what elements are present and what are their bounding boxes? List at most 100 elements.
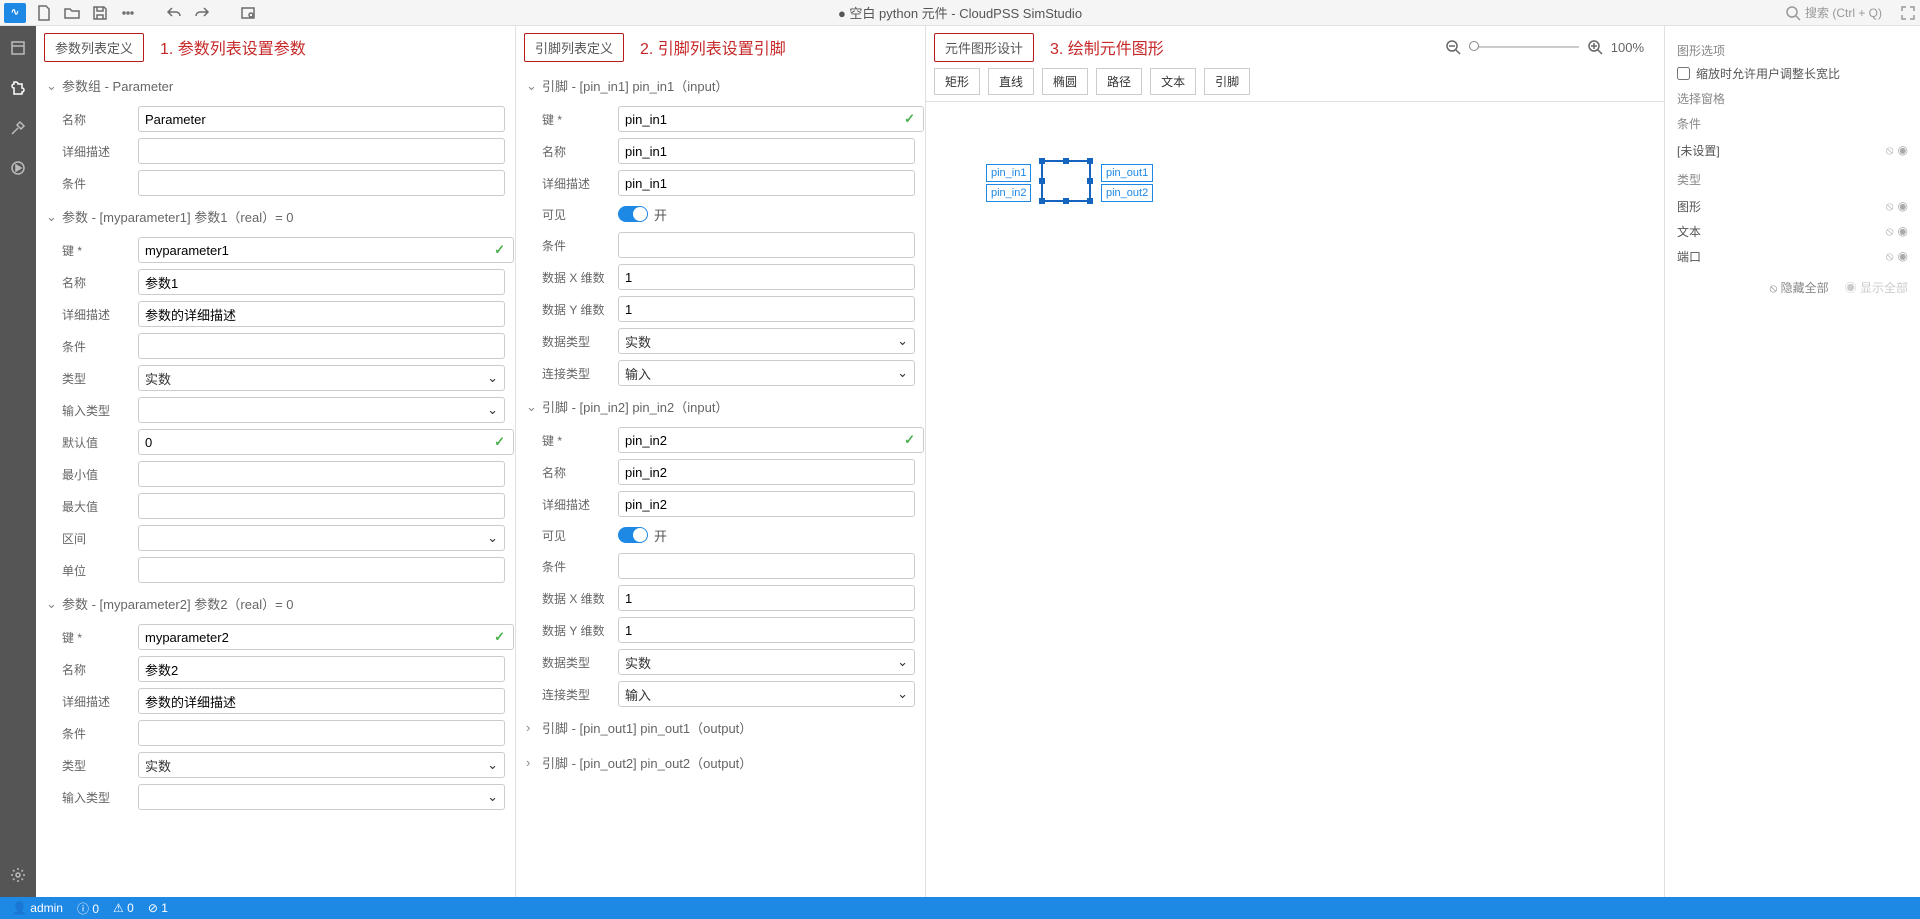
- pin-in2[interactable]: pin_in2: [986, 184, 1031, 202]
- show-all-button[interactable]: ◉ 显示全部: [1845, 279, 1908, 296]
- chevron-down-icon: ⌄: [526, 78, 536, 94]
- search-icon[interactable]: [1785, 5, 1801, 21]
- p2-key-input[interactable]: [138, 624, 514, 650]
- p2-intype-select[interactable]: ⌄: [138, 784, 505, 810]
- pin1-key-input[interactable]: [618, 106, 924, 132]
- sidebar-settings-icon[interactable]: [6, 863, 30, 887]
- canvas[interactable]: pin_in1 pin_in2 pin_out1 pin_out2: [926, 102, 1664, 897]
- tab-pins[interactable]: 引脚列表定义: [524, 33, 624, 62]
- p1-default-input[interactable]: [138, 429, 514, 455]
- group-cond-input[interactable]: [138, 170, 505, 196]
- save-file-icon[interactable]: [90, 3, 110, 23]
- zoom-in-icon[interactable]: [1587, 39, 1603, 55]
- p1-desc-input[interactable]: [138, 301, 505, 327]
- more-icon[interactable]: [118, 3, 138, 23]
- pin1-dimx-input[interactable]: [618, 264, 915, 290]
- open-file-icon[interactable]: [62, 3, 82, 23]
- pin2-visible-toggle[interactable]: 开: [618, 526, 667, 545]
- sidebar-tools-icon[interactable]: [6, 116, 30, 140]
- pin2-dimx-input[interactable]: [618, 585, 915, 611]
- pin2-dimy-input[interactable]: [618, 617, 915, 643]
- prop-port-row[interactable]: 端口⦸◉: [1677, 244, 1908, 269]
- p1-intype-select[interactable]: ⌄: [138, 397, 505, 423]
- p2-type-select[interactable]: 实数⌄: [138, 752, 505, 778]
- section-pin1[interactable]: ⌄引脚 - [pin_in1] pin_in1（input）: [516, 68, 925, 103]
- chevron-down-icon: ⌄: [526, 399, 536, 415]
- eye-off-icon[interactable]: ⦸: [1886, 143, 1894, 158]
- p1-min-input[interactable]: [138, 461, 505, 487]
- section-pin2[interactable]: ⌄引脚 - [pin_in2] pin_in2（input）: [516, 389, 925, 424]
- pin1-ctype-select[interactable]: 输入⌄: [618, 360, 915, 386]
- tab-params[interactable]: 参数列表定义: [44, 33, 144, 62]
- tool-pin[interactable]: 引脚: [1204, 68, 1250, 95]
- tool-rect[interactable]: 矩形: [934, 68, 980, 95]
- pin-in1[interactable]: pin_in1: [986, 164, 1031, 182]
- pin2-cond-input[interactable]: [618, 553, 915, 579]
- eye-icon[interactable]: ◉: [1898, 143, 1908, 158]
- chevron-down-icon: ⌄: [46, 78, 56, 94]
- tool-ellipse[interactable]: 椭圆: [1042, 68, 1088, 95]
- zoom-out-icon[interactable]: [1445, 39, 1461, 55]
- eye-off-icon[interactable]: ⦸: [1886, 249, 1894, 264]
- p1-range-select[interactable]: ⌄: [138, 525, 505, 551]
- p2-name-input[interactable]: [138, 656, 505, 682]
- pin2-dtype-select[interactable]: 实数⌄: [618, 649, 915, 675]
- scale-checkbox[interactable]: 缩放时允许用户调整长宽比: [1677, 65, 1908, 82]
- pin2-ctype-select[interactable]: 输入⌄: [618, 681, 915, 707]
- pin1-dtype-select[interactable]: 实数⌄: [618, 328, 915, 354]
- prop-shape-row[interactable]: 图形⦸◉: [1677, 194, 1908, 219]
- p1-max-input[interactable]: [138, 493, 505, 519]
- pin1-visible-toggle[interactable]: 开: [618, 205, 667, 224]
- pin1-name-input[interactable]: [618, 138, 915, 164]
- p2-cond-input[interactable]: [138, 720, 505, 746]
- fullscreen-icon[interactable]: [1900, 5, 1916, 21]
- pin-out2[interactable]: pin_out2: [1101, 184, 1153, 202]
- group-desc-input[interactable]: [138, 138, 505, 164]
- eye-icon[interactable]: ◉: [1898, 224, 1908, 239]
- redo-icon[interactable]: [192, 3, 212, 23]
- status-info[interactable]: ⓘ 0: [77, 900, 99, 917]
- new-file-icon[interactable]: [34, 3, 54, 23]
- p2-desc-input[interactable]: [138, 688, 505, 714]
- section-param2[interactable]: ⌄参数 - [myparameter2] 参数2（real）= 0: [36, 586, 515, 621]
- search-placeholder[interactable]: 搜索 (Ctrl + Q): [1805, 4, 1882, 21]
- pin-out1[interactable]: pin_out1: [1101, 164, 1153, 182]
- hide-all-button[interactable]: ⦸ 隐藏全部: [1769, 279, 1828, 296]
- eye-icon[interactable]: ◉: [1898, 199, 1908, 214]
- sidebar-play-icon[interactable]: [6, 156, 30, 180]
- tool-text[interactable]: 文本: [1150, 68, 1196, 95]
- pin1-desc-input[interactable]: [618, 170, 915, 196]
- pin2-name-input[interactable]: [618, 459, 915, 485]
- undo-icon[interactable]: [164, 3, 184, 23]
- preview-icon[interactable]: [238, 3, 258, 23]
- eye-off-icon[interactable]: ⦸: [1886, 224, 1894, 239]
- eye-icon: ◉: [1845, 281, 1857, 295]
- p1-unit-input[interactable]: [138, 557, 505, 583]
- tool-path[interactable]: 路径: [1096, 68, 1142, 95]
- section-param1[interactable]: ⌄参数 - [myparameter1] 参数1（real）= 0: [36, 199, 515, 234]
- p1-name-input[interactable]: [138, 269, 505, 295]
- pin2-key-input[interactable]: [618, 427, 924, 453]
- p1-type-select[interactable]: 实数⌄: [138, 365, 505, 391]
- sidebar-puzzle-icon[interactable]: [6, 76, 30, 100]
- eye-icon[interactable]: ◉: [1898, 249, 1908, 264]
- group-name-input[interactable]: [138, 106, 505, 132]
- section-pin4[interactable]: ›引脚 - [pin_out2] pin_out2（output）: [516, 745, 925, 780]
- tool-line[interactable]: 直线: [988, 68, 1034, 95]
- section-param-group[interactable]: ⌄参数组 - Parameter: [36, 68, 515, 103]
- status-error[interactable]: ⊘ 1: [148, 901, 168, 915]
- zoom-slider[interactable]: [1469, 46, 1579, 48]
- status-warn[interactable]: ⚠ 0: [113, 901, 134, 915]
- eye-off-icon[interactable]: ⦸: [1886, 199, 1894, 214]
- prop-text-row[interactable]: 文本⦸◉: [1677, 219, 1908, 244]
- pin1-cond-input[interactable]: [618, 232, 915, 258]
- pin2-desc-input[interactable]: [618, 491, 915, 517]
- p1-cond-input[interactable]: [138, 333, 505, 359]
- sidebar-overview-icon[interactable]: [6, 36, 30, 60]
- prop-cond-row[interactable]: [未设置]⦸◉: [1677, 138, 1908, 163]
- tab-graphic[interactable]: 元件图形设计: [934, 33, 1034, 62]
- section-pin3[interactable]: ›引脚 - [pin_out1] pin_out1（output）: [516, 710, 925, 745]
- pin1-dimy-input[interactable]: [618, 296, 915, 322]
- status-user[interactable]: 👤 admin: [12, 901, 63, 915]
- p1-key-input[interactable]: [138, 237, 514, 263]
